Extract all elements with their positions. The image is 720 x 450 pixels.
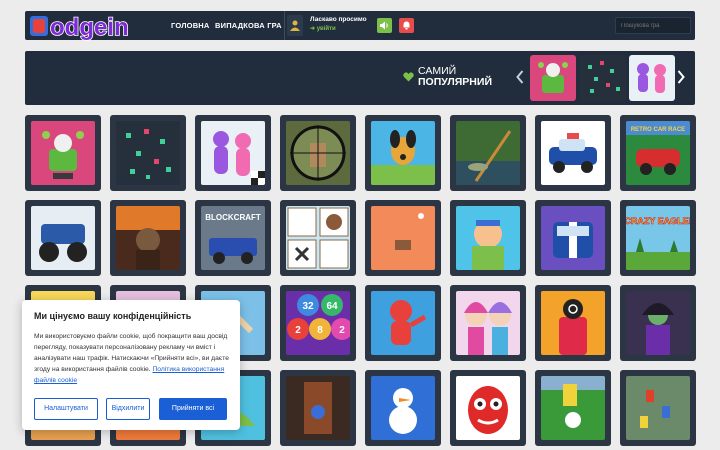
game-tile[interactable]: CRAZY EAGLE! — [620, 200, 696, 276]
ball-value: 32 — [302, 301, 314, 312]
game-thumb — [626, 291, 690, 355]
top-header: odgein ГОЛОВНА ВИПАДКОВА ГРА Ласкаво про… — [25, 11, 695, 42]
game-tile[interactable] — [450, 285, 526, 361]
game-thumb — [201, 121, 265, 185]
site-logo[interactable]: odgein — [28, 8, 152, 44]
welcome-text: Ласкаво просимо — [310, 16, 367, 23]
game-tile[interactable]: 32 64 2 8 2 — [280, 285, 356, 361]
game-tile[interactable] — [365, 115, 441, 191]
thumb-title: BLOCKCRAFT — [205, 213, 261, 222]
game-tile[interactable] — [110, 115, 186, 191]
game-tile[interactable] — [450, 115, 526, 191]
notification-button[interactable] — [399, 18, 414, 33]
game-thumb — [626, 376, 690, 440]
user-avatar[interactable] — [287, 15, 303, 36]
game-tile[interactable] — [535, 285, 611, 361]
cookie-reject-button[interactable]: Відхилити — [106, 398, 150, 420]
game-thumb — [286, 121, 350, 185]
game-tile[interactable] — [450, 200, 526, 276]
game-tile[interactable] — [620, 370, 696, 446]
thumb-title: RETRO CAR RACE — [631, 127, 685, 133]
game-tile[interactable] — [365, 200, 441, 276]
login-link[interactable]: ➜ увійти — [310, 25, 336, 32]
sound-button[interactable] — [377, 18, 392, 33]
game-thumb: BLOCKCRAFT — [201, 206, 265, 270]
game-tile[interactable] — [280, 370, 356, 446]
game-thumb — [456, 376, 520, 440]
ball-value: 2 — [295, 325, 301, 336]
cookie-settings-button[interactable]: Налаштувати — [34, 398, 98, 420]
cookie-text-block: Ми використовуємо файли cookie, щоб покр… — [34, 331, 234, 386]
game-thumb — [541, 206, 605, 270]
popular-title-line2: ПОПУЛЯРНИЙ — [418, 76, 492, 88]
ball-value: 8 — [317, 325, 323, 336]
bell-icon — [403, 21, 410, 30]
game-thumb — [31, 121, 95, 185]
game-thumb — [286, 206, 350, 270]
game-tile[interactable] — [535, 115, 611, 191]
speaker-icon — [380, 21, 388, 30]
game-tile[interactable] — [620, 285, 696, 361]
search-input[interactable] — [615, 17, 691, 34]
game-thumb — [456, 206, 520, 270]
game-tile[interactable] — [25, 200, 101, 276]
popular-game-2-thumb — [580, 55, 626, 101]
popular-game-3-thumb — [629, 55, 675, 101]
popular-title: САМИЙ ПОПУЛЯРНИЙ — [418, 66, 492, 88]
svg-text:odgein: odgein — [50, 14, 129, 41]
popular-game-1[interactable] — [530, 55, 576, 101]
game-tile[interactable] — [365, 370, 441, 446]
game-thumb — [371, 206, 435, 270]
game-tile[interactable] — [110, 200, 186, 276]
header-divider — [284, 11, 285, 40]
game-thumb — [541, 121, 605, 185]
popular-game-1-thumb — [530, 55, 576, 101]
heart-icon — [403, 72, 414, 82]
game-tile[interactable]: RETRO CAR RACE — [620, 115, 696, 191]
game-thumb — [541, 376, 605, 440]
game-thumb — [286, 376, 350, 440]
nav-random-game[interactable]: ВИПАДКОВА ГРА — [215, 11, 282, 40]
game-tile[interactable] — [535, 200, 611, 276]
game-thumb — [371, 376, 435, 440]
login-label: увійти — [316, 26, 336, 32]
chevron-left-icon[interactable] — [516, 70, 524, 84]
chevron-right-icon[interactable] — [677, 70, 685, 84]
game-tile[interactable] — [280, 115, 356, 191]
game-tile[interactable] — [280, 200, 356, 276]
cookie-consent-dialog: Ми цінуємо вашу конфіденційність Ми вико… — [22, 300, 240, 430]
thumb-title: CRAZY EAGLE! — [626, 216, 690, 226]
game-thumb: CRAZY EAGLE! — [626, 206, 690, 270]
game-tile[interactable] — [195, 115, 271, 191]
game-thumb — [116, 121, 180, 185]
user-icon — [290, 20, 300, 31]
game-tile[interactable] — [365, 285, 441, 361]
game-tile[interactable] — [450, 370, 526, 446]
game-tile[interactable] — [535, 370, 611, 446]
game-thumb — [456, 121, 520, 185]
game-tile[interactable] — [25, 115, 101, 191]
popular-game-2[interactable] — [580, 55, 626, 101]
game-thumb: RETRO CAR RACE — [626, 121, 690, 185]
game-thumb — [116, 206, 180, 270]
game-thumb — [456, 291, 520, 355]
popular-bar: САМИЙ ПОПУЛЯРНИЙ — [25, 51, 695, 105]
cookie-accept-all-button[interactable]: Прийняти всі — [159, 398, 227, 420]
game-thumb: 32 64 2 8 2 — [286, 291, 350, 355]
cookie-title: Ми цінуємо вашу конфіденційність — [34, 311, 192, 321]
game-thumb — [371, 291, 435, 355]
nav-home[interactable]: ГОЛОВНА — [171, 11, 210, 40]
ball-value: 64 — [326, 301, 338, 312]
game-thumb — [31, 206, 95, 270]
game-thumb — [371, 121, 435, 185]
popular-game-3[interactable] — [629, 55, 675, 101]
game-tile[interactable]: BLOCKCRAFT — [195, 200, 271, 276]
game-thumb — [541, 291, 605, 355]
ball-value: 2 — [339, 325, 345, 336]
